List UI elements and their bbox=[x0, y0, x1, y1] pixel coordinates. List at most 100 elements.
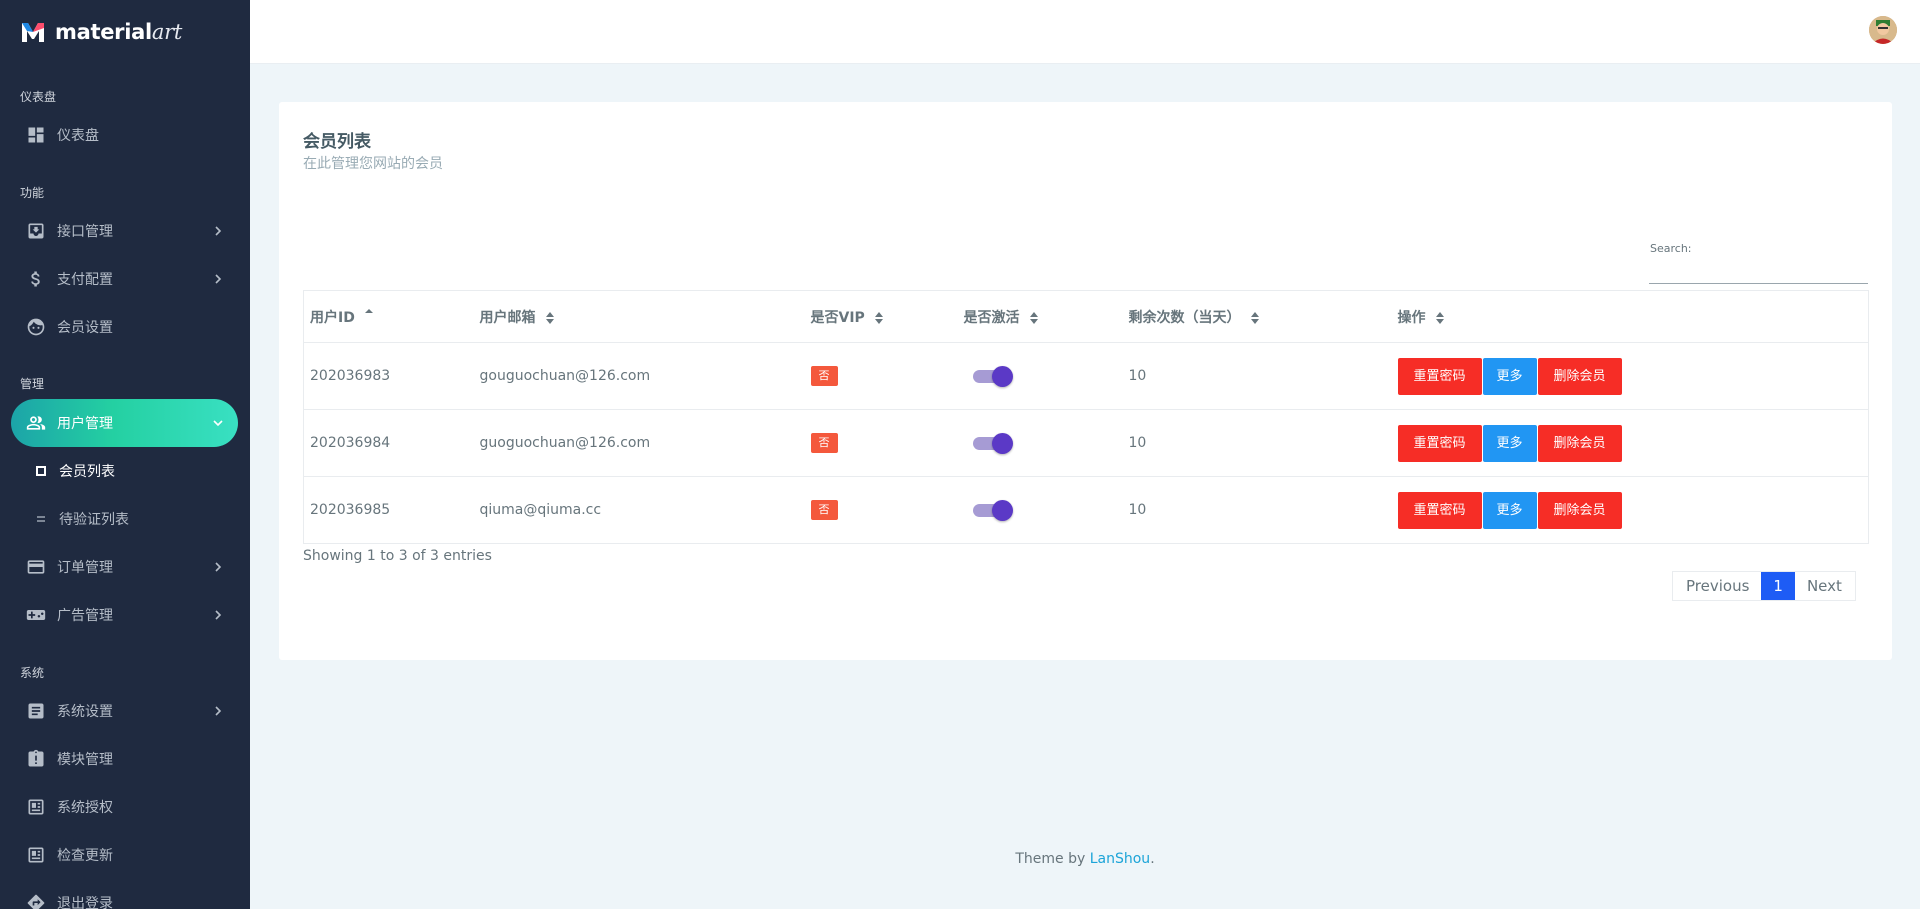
member-list-card: 会员列表 在此管理您网站的会员 Search: 用户ID 用户邮箱 是否VIP … bbox=[279, 102, 1892, 660]
topbar bbox=[250, 0, 1920, 64]
toggle-knob bbox=[991, 433, 1013, 454]
toggle-knob bbox=[991, 500, 1013, 521]
clipboard-alert-icon bbox=[24, 747, 48, 771]
toggle-knob bbox=[991, 366, 1013, 387]
sidebar-item-user-management[interactable]: 用户管理 bbox=[11, 399, 238, 447]
cell-vip: 否 bbox=[804, 409, 958, 477]
sidebar-item-system-settings[interactable]: 系统设置 bbox=[11, 687, 238, 735]
sidebar-subitem-label: 待验证列表 bbox=[59, 512, 129, 528]
sort-icon bbox=[545, 311, 554, 324]
sidebar-item-orders[interactable]: 订单管理 bbox=[11, 543, 238, 591]
sidebar-item-label: 模块管理 bbox=[57, 752, 113, 768]
column-header-actions[interactable]: 操作 bbox=[1391, 290, 1869, 343]
column-header-label: 是否VIP bbox=[810, 309, 865, 326]
search-input[interactable] bbox=[1649, 266, 1868, 284]
more-button[interactable]: 更多 bbox=[1482, 424, 1537, 462]
cell-email: gouguochuan@126.com bbox=[473, 342, 805, 410]
cell-active bbox=[957, 409, 1123, 477]
column-header-user-id[interactable]: 用户ID bbox=[303, 290, 474, 343]
vip-status-badge: 否 bbox=[810, 433, 838, 453]
column-header-label: 是否激活 bbox=[963, 309, 1020, 326]
sort-icon bbox=[1029, 311, 1038, 324]
vip-status-badge: 否 bbox=[810, 366, 838, 386]
active-toggle[interactable] bbox=[972, 433, 1013, 454]
credit-card-icon bbox=[24, 555, 48, 579]
sidebar-item-logout[interactable]: 退出登录 bbox=[11, 879, 238, 909]
column-header-label: 操作 bbox=[1397, 309, 1426, 326]
sidebar: materialart 仪表盘 仪表盘 功能 接口管理 支付配置 会员设置 管理… bbox=[0, 0, 250, 909]
cell-remaining: 10 bbox=[1122, 342, 1392, 410]
cell-actions: 重置密码 更多 删除会员 bbox=[1391, 476, 1869, 544]
pagination-next[interactable]: Next bbox=[1794, 572, 1855, 600]
logout-icon bbox=[24, 891, 48, 909]
inbox-icon bbox=[24, 219, 48, 243]
gamepad-icon bbox=[24, 603, 48, 627]
nav-caption-system: 系统 bbox=[20, 666, 45, 680]
sidebar-item-modules[interactable]: 模块管理 bbox=[11, 735, 238, 783]
active-toggle[interactable] bbox=[972, 366, 1013, 387]
newspaper-icon bbox=[24, 795, 48, 819]
cell-actions: 重置密码 更多 删除会员 bbox=[1391, 409, 1869, 477]
more-button[interactable]: 更多 bbox=[1482, 491, 1537, 529]
cell-user-id: 202036984 bbox=[303, 409, 474, 477]
column-header-vip[interactable]: 是否VIP bbox=[804, 290, 958, 343]
brand-name-italic: art bbox=[151, 20, 182, 44]
cell-email: guoguochuan@126.com bbox=[473, 409, 805, 477]
sidebar-item-license[interactable]: 系统授权 bbox=[11, 783, 238, 831]
chevron-down-icon bbox=[206, 418, 230, 428]
newspaper-icon bbox=[24, 843, 48, 867]
sidebar-item-label: 退出登录 bbox=[57, 896, 113, 909]
delete-member-button[interactable]: 删除会员 bbox=[1537, 424, 1622, 462]
sidebar-item-label: 系统授权 bbox=[57, 800, 113, 816]
delete-member-button[interactable]: 删除会员 bbox=[1537, 491, 1622, 529]
table-row: 202036984 guoguochuan@126.com 否 10 重置密码更… bbox=[303, 409, 1869, 477]
brand[interactable]: materialart bbox=[0, 0, 250, 64]
column-header-email[interactable]: 用户邮箱 bbox=[473, 290, 805, 343]
sidebar-subitem-member-list[interactable]: 会员列表 bbox=[20, 451, 240, 491]
avatar[interactable] bbox=[1869, 16, 1897, 44]
table-info: Showing 1 to 3 of 3 entries bbox=[303, 548, 492, 564]
reset-password-button[interactable]: 重置密码 bbox=[1397, 357, 1482, 395]
chevron-right-icon bbox=[206, 706, 230, 716]
members-table: 用户ID 用户邮箱 是否VIP 是否激活 剩余次数（当天） 操作 2020369… bbox=[303, 290, 1869, 544]
cell-vip: 否 bbox=[804, 342, 958, 410]
reset-password-button[interactable]: 重置密码 bbox=[1397, 424, 1482, 462]
sidebar-subitem-pending-list[interactable]: 待验证列表 bbox=[20, 499, 240, 539]
sidebar-item-api[interactable]: 接口管理 bbox=[11, 207, 238, 255]
footer-link[interactable]: LanShou bbox=[1090, 851, 1150, 867]
dashboard-icon bbox=[24, 123, 48, 147]
column-header-label: 用户邮箱 bbox=[479, 309, 536, 326]
cell-remaining: 10 bbox=[1122, 409, 1392, 477]
column-header-remaining[interactable]: 剩余次数（当天） bbox=[1122, 290, 1392, 343]
sidebar-item-payment[interactable]: 支付配置 bbox=[11, 255, 238, 303]
sidebar-item-ads[interactable]: 广告管理 bbox=[11, 591, 238, 639]
sidebar-item-label: 系统设置 bbox=[57, 704, 113, 720]
footer: Theme by LanShou. bbox=[250, 851, 1920, 867]
footer-suffix: . bbox=[1150, 851, 1155, 867]
cell-remaining: 10 bbox=[1122, 476, 1392, 544]
pagination-previous[interactable]: Previous bbox=[1673, 572, 1762, 600]
delete-member-button[interactable]: 删除会员 bbox=[1537, 357, 1622, 395]
reset-password-button[interactable]: 重置密码 bbox=[1397, 491, 1482, 529]
more-button[interactable]: 更多 bbox=[1482, 357, 1537, 395]
sidebar-item-updates[interactable]: 检查更新 bbox=[11, 831, 238, 879]
cell-vip: 否 bbox=[804, 476, 958, 544]
page-title: 会员列表 bbox=[303, 132, 371, 152]
search-label: Search: bbox=[1650, 242, 1692, 255]
sort-icon bbox=[874, 311, 883, 324]
active-toggle[interactable] bbox=[972, 500, 1013, 521]
nav-caption-features: 功能 bbox=[20, 186, 45, 200]
sidebar-item-label: 用户管理 bbox=[57, 416, 113, 432]
column-header-active[interactable]: 是否激活 bbox=[957, 290, 1123, 343]
people-icon bbox=[24, 411, 48, 435]
table-row: 202036983 gouguochuan@126.com 否 10 重置密码更… bbox=[303, 342, 1869, 410]
sidebar-item-label: 仪表盘 bbox=[57, 128, 99, 144]
sidebar-item-label: 接口管理 bbox=[57, 224, 113, 240]
pagination: Previous 1 Next bbox=[1672, 571, 1856, 601]
chevron-right-icon bbox=[206, 610, 230, 620]
sidebar-item-member-settings[interactable]: 会员设置 bbox=[11, 303, 238, 351]
sidebar-item-label: 订单管理 bbox=[57, 560, 113, 576]
pagination-page-current[interactable]: 1 bbox=[1761, 572, 1795, 600]
dollar-icon bbox=[24, 267, 48, 291]
sidebar-item-dashboard[interactable]: 仪表盘 bbox=[11, 111, 238, 159]
